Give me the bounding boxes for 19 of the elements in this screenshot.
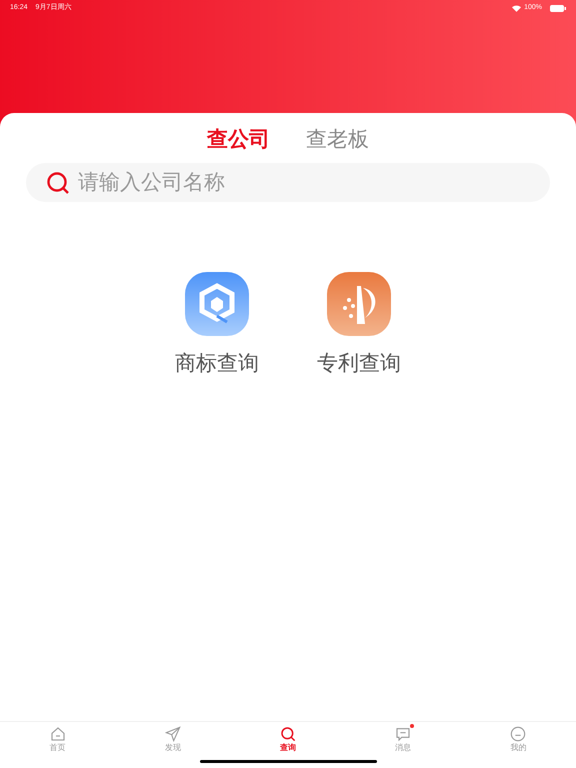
hexagon-logo-icon: [185, 272, 249, 336]
tab[interactable]: 查公司: [207, 125, 270, 155]
service-button[interactable]: 专利查询: [313, 272, 405, 380]
search-icon: [46, 171, 70, 195]
star-arc-logo-icon: [327, 272, 391, 336]
home-icon: [50, 726, 66, 742]
search-field[interactable]: 请输入公司名称: [26, 163, 550, 202]
tab[interactable]: 查老板: [306, 125, 369, 155]
nav-item[interactable]: 我的: [460, 722, 576, 768]
face-icon: [510, 726, 526, 742]
nav-item[interactable]: 查询: [230, 722, 346, 768]
nav-item[interactable]: 发现: [115, 722, 230, 768]
search-icon: [280, 726, 296, 742]
chat-icon: [395, 726, 412, 742]
paper-plane-icon: [164, 726, 181, 742]
service-button[interactable]: 商标查询: [171, 272, 263, 380]
wifi-icon: [512, 4, 522, 12]
battery-icon: [550, 4, 566, 12]
nav-item[interactable]: 首页: [0, 722, 116, 768]
